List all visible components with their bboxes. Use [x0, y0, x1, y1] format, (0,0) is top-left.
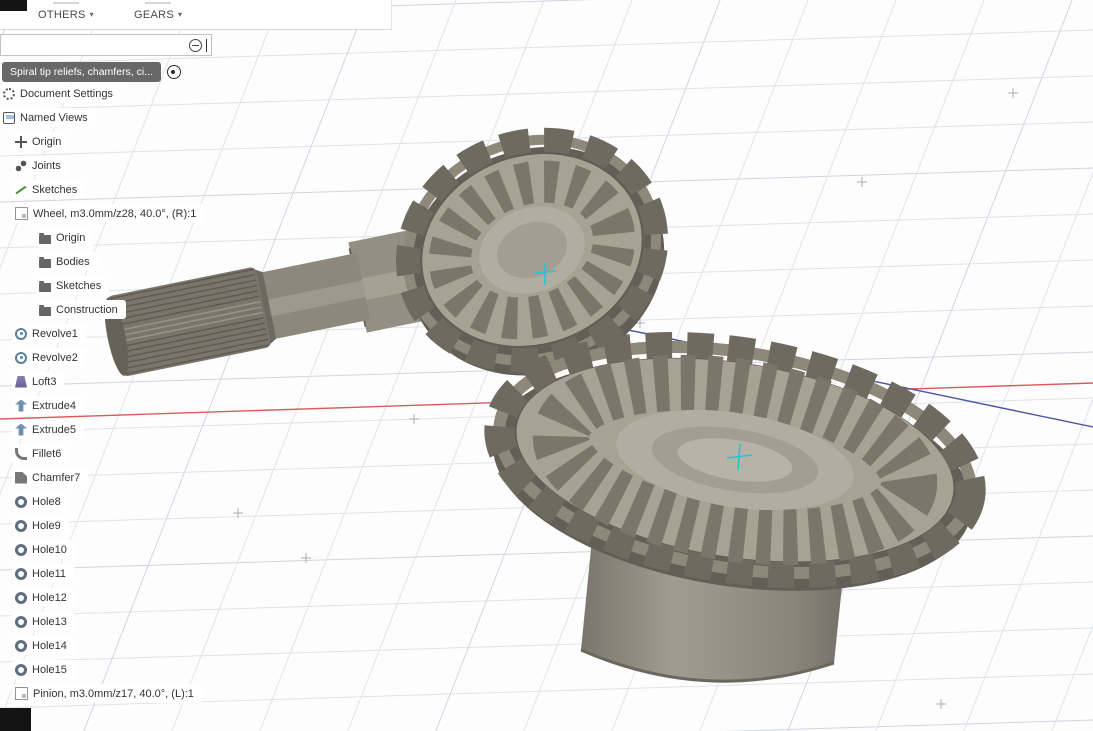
tree-item[interactable]: Extrude5	[12, 420, 85, 439]
tree-item-label: Hole12	[32, 591, 67, 604]
toolbar: OTHERS ▾ GEARS ▾	[0, 0, 392, 30]
tree-item[interactable]: Extrude4	[12, 396, 85, 415]
tree-item-label: Extrude4	[32, 399, 77, 412]
tree-item-label: Hole15	[32, 663, 67, 676]
joints-icon	[15, 159, 27, 172]
browser-tree: Document Settings Named Views Origin Joi…	[0, 84, 320, 708]
settings-icon	[3, 87, 15, 100]
chevron-down-icon: ▾	[89, 10, 94, 19]
tree-item[interactable]: Hole10	[12, 540, 75, 559]
sketches-icon	[15, 184, 27, 196]
tree-item-label: Document Settings	[20, 87, 113, 100]
tree-item-label: Chamfer7	[32, 471, 81, 484]
tree-item-label: Hole11	[32, 567, 67, 580]
minus-circle-icon[interactable]	[189, 38, 202, 52]
text-cursor	[206, 38, 207, 52]
tree-item[interactable]: Revolve2	[12, 348, 86, 367]
target-icon[interactable]	[166, 65, 181, 79]
tree-item-label: Bodies	[56, 255, 90, 268]
browser-panel: Spiral tip reliefs, chamfers, ci... Docu…	[0, 34, 320, 708]
menu-others-label: OTHERS	[38, 8, 86, 21]
tree-item-label: Loft3	[32, 375, 57, 388]
fillet-icon	[15, 447, 27, 460]
loft-icon	[15, 375, 27, 388]
hole-icon	[15, 519, 27, 532]
tree-item[interactable]: Revolve1	[12, 324, 86, 343]
tree-item-label: Extrude5	[32, 423, 77, 436]
tree-item-label: Hole14	[32, 639, 67, 652]
tree-item-label: Sketches	[32, 183, 78, 196]
hole-icon	[15, 591, 27, 604]
tree-item-label: Fillet6	[32, 447, 62, 460]
views-icon	[3, 111, 15, 124]
search-input[interactable]	[5, 39, 189, 51]
selected-tree-item[interactable]: Spiral tip reliefs, chamfers, ci...	[2, 62, 161, 82]
hole-icon	[15, 639, 27, 652]
browser-search[interactable]	[0, 34, 212, 56]
screen-artifact-top-left	[0, 0, 27, 11]
tree-item-label: Revolve2	[32, 351, 78, 364]
tree-item[interactable]: Fillet6	[12, 444, 70, 463]
menu-others[interactable]: OTHERS ▾	[32, 5, 100, 25]
revolve-icon	[15, 351, 27, 364]
hole-icon	[15, 543, 27, 556]
chevron-down-icon: ▾	[177, 10, 183, 19]
folder-icon	[39, 232, 51, 244]
menu-gears[interactable]: GEARS ▾	[128, 5, 188, 25]
chamfer-icon	[15, 471, 27, 484]
tree-item[interactable]: Hole14	[12, 636, 75, 655]
hole-icon	[15, 663, 27, 676]
screen-artifact-bottom-left	[0, 708, 31, 731]
tree-item[interactable]: Hole8	[12, 492, 69, 511]
tree-item-label: Sketches	[56, 279, 102, 292]
tree-item[interactable]: Hole9	[12, 516, 69, 535]
tree-item-label: Joints	[32, 159, 61, 172]
extrude-icon	[15, 399, 27, 412]
tree-item[interactable]: Sketches	[36, 276, 110, 295]
origin-icon	[15, 135, 27, 148]
tree-item[interactable]: Document Settings	[0, 84, 121, 103]
tree-item[interactable]: Named Views	[0, 108, 96, 127]
tree-item-label: Hole13	[32, 615, 67, 628]
tree-item[interactable]: Hole12	[12, 588, 75, 607]
tree-item-label: Construction	[56, 303, 118, 316]
tree-item-label: Origin	[32, 135, 62, 148]
hole-icon	[15, 615, 27, 628]
tree-item[interactable]: Sketches	[12, 180, 86, 199]
tree-item[interactable]: Origin	[36, 228, 94, 247]
hole-icon	[15, 567, 27, 580]
folder-icon	[39, 304, 51, 316]
tree-item[interactable]: Hole13	[12, 612, 75, 631]
tree-item[interactable]: Origin	[12, 132, 70, 151]
tree-item-label: Pinion, m3.0mm/z17, 40.0°, (L):1	[33, 687, 194, 700]
folder-icon	[39, 256, 51, 268]
tree-item-label: Hole8	[32, 495, 61, 508]
component-icon	[15, 687, 28, 700]
extrude-icon	[15, 423, 27, 436]
app-window: OTHERS ▾ GEARS ▾ Spiral tip reliefs, cha…	[0, 0, 1093, 731]
tree-item[interactable]: Hole11	[12, 564, 75, 583]
tree-item-label: Revolve1	[32, 327, 78, 340]
tree-item-label: Named Views	[20, 111, 88, 124]
tree-item[interactable]: Wheel, m3.0mm/z28, 40.0°, (R):1	[12, 204, 205, 223]
tree-item-label: Origin	[56, 231, 86, 244]
tree-item-label: Hole10	[32, 543, 67, 556]
tree-item[interactable]: Loft3	[12, 372, 65, 391]
tree-item-label: Hole9	[32, 519, 61, 532]
tree-item[interactable]: Hole15	[12, 660, 75, 679]
tree-item[interactable]: Bodies	[36, 252, 98, 271]
tree-item[interactable]: Joints	[12, 156, 69, 175]
tree-item-label: Wheel, m3.0mm/z28, 40.0°, (R):1	[33, 207, 197, 220]
tree-item[interactable]: Pinion, m3.0mm/z17, 40.0°, (L):1	[12, 684, 202, 703]
revolve-icon	[15, 327, 27, 340]
menu-gears-label: GEARS	[133, 8, 174, 21]
hole-icon	[15, 495, 27, 508]
tree-item[interactable]: Chamfer7	[12, 468, 89, 487]
tree-item[interactable]: Construction	[36, 300, 126, 319]
component-icon	[15, 207, 28, 220]
folder-icon	[39, 280, 51, 292]
